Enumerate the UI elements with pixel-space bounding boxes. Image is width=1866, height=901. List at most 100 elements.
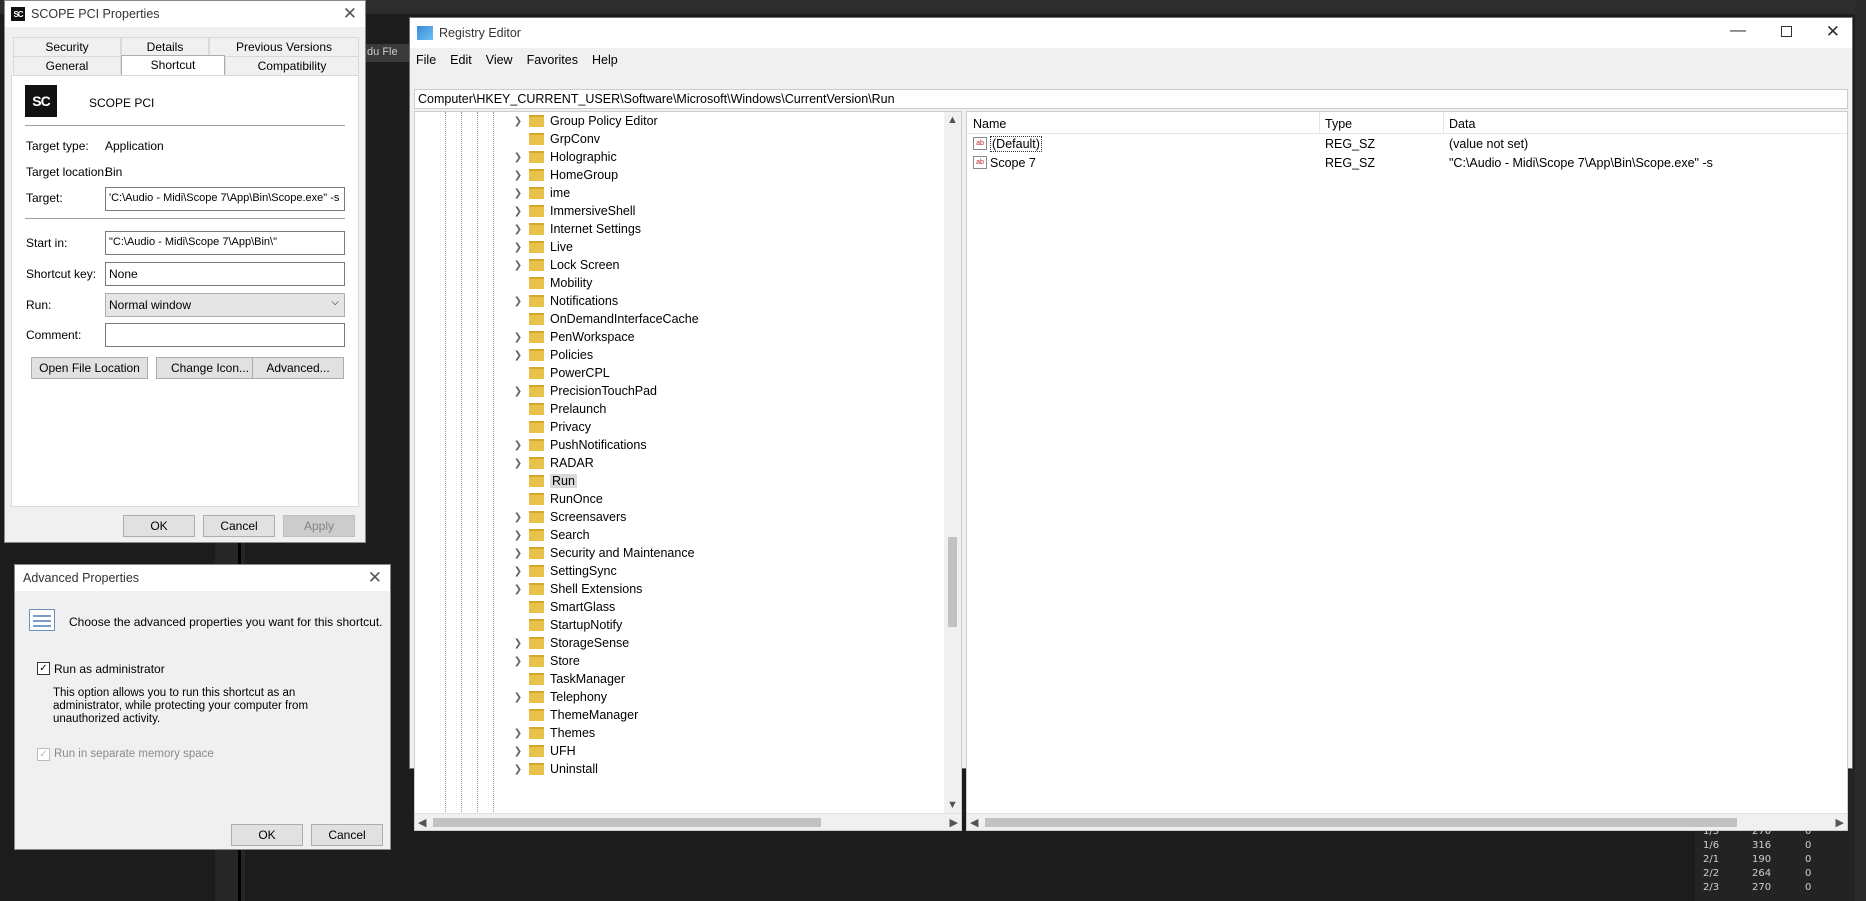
ok-button[interactable]: OK	[123, 515, 195, 537]
values-horizontal-scrollbar[interactable]: ◀ ▶	[967, 813, 1847, 830]
scroll-up-icon[interactable]: ▲	[947, 114, 958, 126]
tree-item[interactable]: ❯ PrecisionTouchPad	[513, 382, 657, 400]
tab-security[interactable]: Security	[13, 37, 121, 55]
column-data[interactable]: Data	[1449, 117, 1475, 131]
tab-compatibility[interactable]: Compatibility	[225, 56, 359, 74]
tree-item[interactable]: ❯ Security and Maintenance	[513, 544, 695, 562]
advanced-cancel-button[interactable]: Cancel	[311, 824, 383, 846]
chevron-right-icon[interactable]: ❯	[513, 638, 523, 649]
chevron-right-icon[interactable]: ❯	[513, 584, 523, 595]
menu-favorites[interactable]: Favorites	[527, 53, 578, 67]
comment-field[interactable]	[105, 323, 345, 347]
tree-item[interactable]: StartupNotify	[513, 616, 622, 634]
tree-item[interactable]: ❯ PenWorkspace	[513, 328, 635, 346]
advanced-ok-button[interactable]: OK	[231, 824, 303, 846]
close-icon[interactable]: ✕	[1826, 22, 1840, 42]
chevron-right-icon[interactable]: ❯	[513, 170, 523, 181]
chevron-right-icon[interactable]: ❯	[513, 656, 523, 667]
chevron-right-icon[interactable]: ❯	[513, 692, 523, 703]
value-row-default[interactable]: ab (Default) REG_SZ (value not set)	[967, 134, 1847, 153]
chevron-right-icon[interactable]: ❯	[513, 224, 523, 235]
separate-memory-checkbox[interactable]: ✓	[37, 748, 50, 761]
chevron-right-icon[interactable]: ❯	[513, 386, 523, 397]
column-divider[interactable]	[1319, 112, 1320, 134]
run-select[interactable]: Normal window ⌵	[105, 293, 345, 317]
scroll-thumb[interactable]	[433, 818, 821, 827]
tree-item[interactable]: ❯ Uninstall	[513, 760, 598, 778]
tree-item[interactable]: ❯ Screensavers	[513, 508, 627, 526]
tree-item[interactable]: ThemeManager	[513, 706, 638, 724]
tree-item[interactable]: ❯ HomeGroup	[513, 166, 618, 184]
tree-item[interactable]: Privacy	[513, 418, 591, 436]
minimize-icon[interactable]: —	[1730, 22, 1746, 40]
shortcut-key-field[interactable]: None	[105, 262, 345, 286]
tree-item[interactable]: RunOnce	[513, 490, 603, 508]
scroll-left-icon[interactable]: ◀	[418, 816, 426, 829]
chevron-right-icon[interactable]: ❯	[513, 152, 523, 163]
tree-item[interactable]: ❯ Live	[513, 238, 573, 256]
cancel-button[interactable]: Cancel	[203, 515, 275, 537]
chevron-right-icon[interactable]: ❯	[513, 242, 523, 253]
column-divider[interactable]	[1443, 112, 1444, 134]
chevron-right-icon[interactable]: ❯	[513, 188, 523, 199]
chevron-right-icon[interactable]: ❯	[513, 206, 523, 217]
tree-item[interactable]: TaskManager	[513, 670, 625, 688]
close-icon[interactable]: ✕	[343, 4, 357, 24]
close-icon[interactable]: ✕	[368, 568, 382, 588]
tree-horizontal-scrollbar[interactable]: ◀ ▶	[415, 813, 961, 830]
value-row-scope7[interactable]: ab Scope 7 REG_SZ "C:\Audio - Midi\Scope…	[967, 153, 1847, 172]
tree-item[interactable]: ❯ PushNotifications	[513, 436, 647, 454]
tab-shortcut[interactable]: Shortcut	[121, 55, 225, 75]
chevron-right-icon[interactable]: ❯	[513, 728, 523, 739]
tree-vertical-scrollbar[interactable]: ▲ ▼	[944, 112, 961, 813]
menu-edit[interactable]: Edit	[450, 53, 472, 67]
scroll-left-icon[interactable]: ◀	[970, 816, 978, 829]
chevron-right-icon[interactable]: ❯	[513, 530, 523, 541]
scroll-right-icon[interactable]: ▶	[1836, 816, 1844, 829]
tree-item[interactable]: Run	[513, 472, 577, 490]
tree-item[interactable]: ❯ Themes	[513, 724, 595, 742]
run-as-admin-label[interactable]: Run as administrator	[54, 662, 165, 676]
chevron-right-icon[interactable]: ❯	[513, 746, 523, 757]
chevron-right-icon[interactable]: ❯	[513, 440, 523, 451]
chevron-right-icon[interactable]: ❯	[513, 116, 523, 127]
advanced-button[interactable]: Advanced...	[252, 357, 344, 379]
apply-button[interactable]: Apply	[283, 515, 355, 537]
tree-item[interactable]: OnDemandInterfaceCache	[513, 310, 699, 328]
chevron-right-icon[interactable]: ❯	[513, 296, 523, 307]
menu-file[interactable]: File	[416, 53, 436, 67]
tree-item[interactable]: Prelaunch	[513, 400, 606, 418]
run-as-admin-checkbox[interactable]: ✓	[37, 662, 50, 675]
column-type[interactable]: Type	[1325, 117, 1352, 131]
chevron-right-icon[interactable]: ❯	[513, 566, 523, 577]
address-bar[interactable]: Computer\HKEY_CURRENT_USER\Software\Micr…	[414, 89, 1848, 109]
tree-item[interactable]: ❯ Shell Extensions	[513, 580, 643, 598]
tree-item[interactable]: ❯ Internet Settings	[513, 220, 641, 238]
tab-previous-versions[interactable]: Previous Versions	[209, 37, 359, 55]
scroll-thumb[interactable]	[985, 818, 1737, 827]
scroll-right-icon[interactable]: ▶	[950, 816, 958, 829]
chevron-right-icon[interactable]: ❯	[513, 260, 523, 271]
chevron-right-icon[interactable]: ❯	[513, 548, 523, 559]
maximize-icon[interactable]	[1781, 26, 1792, 37]
column-name[interactable]: Name	[973, 117, 1006, 131]
start-in-field[interactable]: "C:\Audio - Midi\Scope 7\App\Bin\"	[105, 231, 345, 255]
separate-memory-label[interactable]: Run in separate memory space	[54, 748, 214, 760]
tree-item[interactable]: ❯ SettingSync	[513, 562, 617, 580]
tree-item[interactable]: ❯ Group Policy Editor	[513, 112, 658, 130]
tree-item[interactable]: SmartGlass	[513, 598, 615, 616]
chevron-right-icon[interactable]: ❯	[513, 350, 523, 361]
tree-item[interactable]: ❯ Search	[513, 526, 590, 544]
chevron-right-icon[interactable]: ❯	[513, 332, 523, 343]
tab-details[interactable]: Details	[121, 37, 209, 55]
tree-item[interactable]: ❯ Holographic	[513, 148, 617, 166]
scroll-thumb[interactable]	[948, 537, 957, 627]
tree-item[interactable]: ❯ Store	[513, 652, 580, 670]
tree-item[interactable]: ❯ StorageSense	[513, 634, 629, 652]
chevron-right-icon[interactable]: ❯	[513, 458, 523, 469]
tree-item[interactable]: ❯ ime	[513, 184, 570, 202]
chevron-right-icon[interactable]: ❯	[513, 764, 523, 775]
tree-item[interactable]: ❯ RADAR	[513, 454, 594, 472]
menu-view[interactable]: View	[486, 53, 513, 67]
change-icon-button[interactable]: Change Icon...	[156, 357, 264, 379]
